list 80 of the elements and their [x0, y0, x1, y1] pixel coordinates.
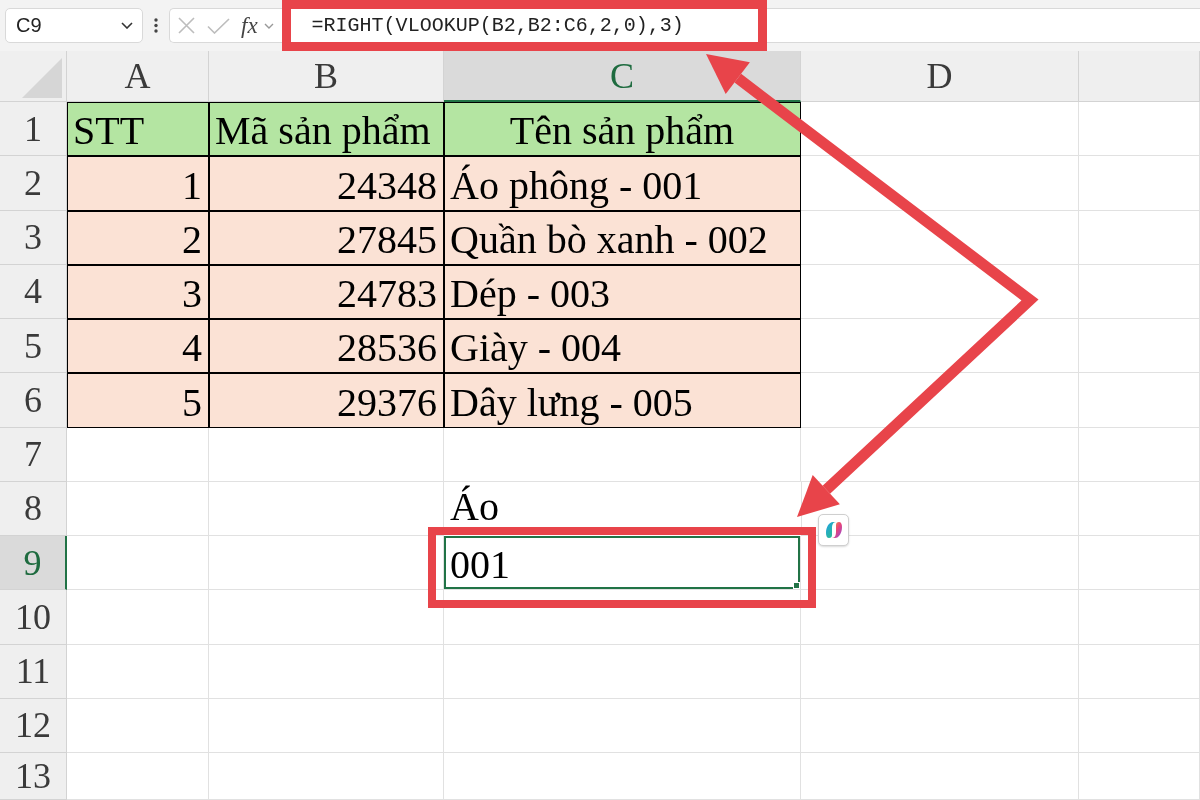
row-header[interactable]: 12 — [0, 698, 67, 753]
empty-cell[interactable] — [1079, 210, 1200, 265]
formula-field[interactable]: =RIGHT(VLOOKUP(B2,B2:C6,2,0),3) — [311, 12, 684, 39]
table-cell: Tên sản phẩm — [444, 102, 801, 157]
empty-cell[interactable] — [444, 698, 801, 753]
empty-cell[interactable] — [209, 481, 444, 536]
empty-cell[interactable] — [1079, 481, 1200, 536]
column-header[interactable]: A — [67, 51, 209, 102]
row-header[interactable]: 10 — [0, 590, 67, 645]
table-cell: 1 — [67, 156, 209, 211]
table-cell: Quần bò xanh - 002 — [444, 210, 801, 265]
column-header[interactable]: D — [801, 51, 1079, 102]
cross-icon — [178, 17, 195, 34]
fill-handle[interactable] — [793, 582, 800, 590]
empty-cell[interactable] — [1079, 698, 1200, 753]
column-header[interactable] — [1079, 51, 1200, 102]
empty-cell[interactable] — [801, 427, 1079, 482]
empty-cell[interactable] — [209, 698, 444, 753]
row-header[interactable]: 6 — [0, 373, 67, 428]
empty-cell[interactable] — [1079, 156, 1200, 211]
table-cell: 24783 — [209, 264, 444, 319]
row-header[interactable]: 1 — [0, 102, 67, 157]
check-icon — [207, 17, 230, 34]
empty-cell[interactable] — [1079, 427, 1200, 482]
table-cell: Áo phông - 001 — [444, 156, 801, 211]
table-cell: 27845 — [209, 210, 444, 265]
empty-cell[interactable] — [444, 427, 801, 482]
table-cell: 2 — [67, 210, 209, 265]
empty-cell[interactable] — [801, 590, 1079, 645]
caret-down-icon[interactable] — [263, 22, 274, 29]
column-header[interactable]: C — [444, 51, 801, 102]
active-cell[interactable]: 001 — [444, 536, 801, 591]
empty-cell[interactable] — [444, 644, 801, 699]
table-cell: Mã sản phẩm — [209, 102, 444, 157]
row-header[interactable]: 13 — [0, 753, 67, 800]
table-cell: 29376 — [209, 373, 444, 428]
row-header[interactable]: 3 — [0, 210, 67, 265]
table-cell: 24348 — [209, 156, 444, 211]
triangle-icon — [22, 58, 62, 98]
table-cell: Dây lưng - 005 — [444, 373, 801, 428]
row-header[interactable]: 9 — [0, 536, 67, 591]
empty-cell[interactable] — [1079, 264, 1200, 319]
empty-cell[interactable] — [444, 753, 801, 800]
table-cell: 4 — [67, 319, 209, 374]
loop-logo-icon — [823, 520, 844, 540]
caret-down-icon — [121, 22, 133, 29]
column-header[interactable]: B — [209, 51, 444, 102]
empty-cell[interactable] — [209, 536, 444, 591]
empty-cell[interactable] — [801, 753, 1079, 800]
empty-cell[interactable] — [209, 427, 444, 482]
table-cell: 28536 — [209, 319, 444, 374]
empty-cell[interactable] — [209, 590, 444, 645]
empty-cell[interactable] — [1079, 102, 1200, 157]
empty-cell[interactable] — [1079, 536, 1200, 591]
empty-cell[interactable] — [1079, 644, 1200, 699]
empty-cell[interactable] — [209, 644, 444, 699]
table-cell: 5 — [67, 373, 209, 428]
empty-cell[interactable] — [801, 698, 1079, 753]
cell-text: 001 — [450, 542, 510, 589]
select-all-button[interactable] — [0, 51, 67, 102]
table-cell: STT — [67, 102, 209, 157]
quick-action-button[interactable] — [818, 514, 849, 546]
table-cell: Giày - 004 — [444, 319, 801, 374]
empty-cell[interactable] — [444, 590, 801, 645]
row-header[interactable]: 2 — [0, 156, 67, 211]
row-header[interactable]: 5 — [0, 319, 67, 374]
table-cell: 3 — [67, 264, 209, 319]
insert-function-button[interactable]: fx — [241, 13, 258, 38]
table-cell: Dép - 003 — [444, 264, 801, 319]
row-header[interactable]: 4 — [0, 264, 67, 319]
empty-cell[interactable] — [1079, 753, 1200, 800]
empty-cell[interactable] — [209, 753, 444, 800]
empty-cell[interactable] — [1079, 373, 1200, 428]
row-header[interactable]: 11 — [0, 644, 67, 699]
row-header[interactable]: 8 — [0, 481, 67, 536]
kebab-menu-icon[interactable] — [154, 18, 158, 33]
empty-cell[interactable] — [801, 644, 1079, 699]
empty-cell[interactable] — [1079, 590, 1200, 645]
name-box[interactable]: C9 — [5, 8, 143, 43]
empty-cell[interactable] — [1079, 319, 1200, 374]
